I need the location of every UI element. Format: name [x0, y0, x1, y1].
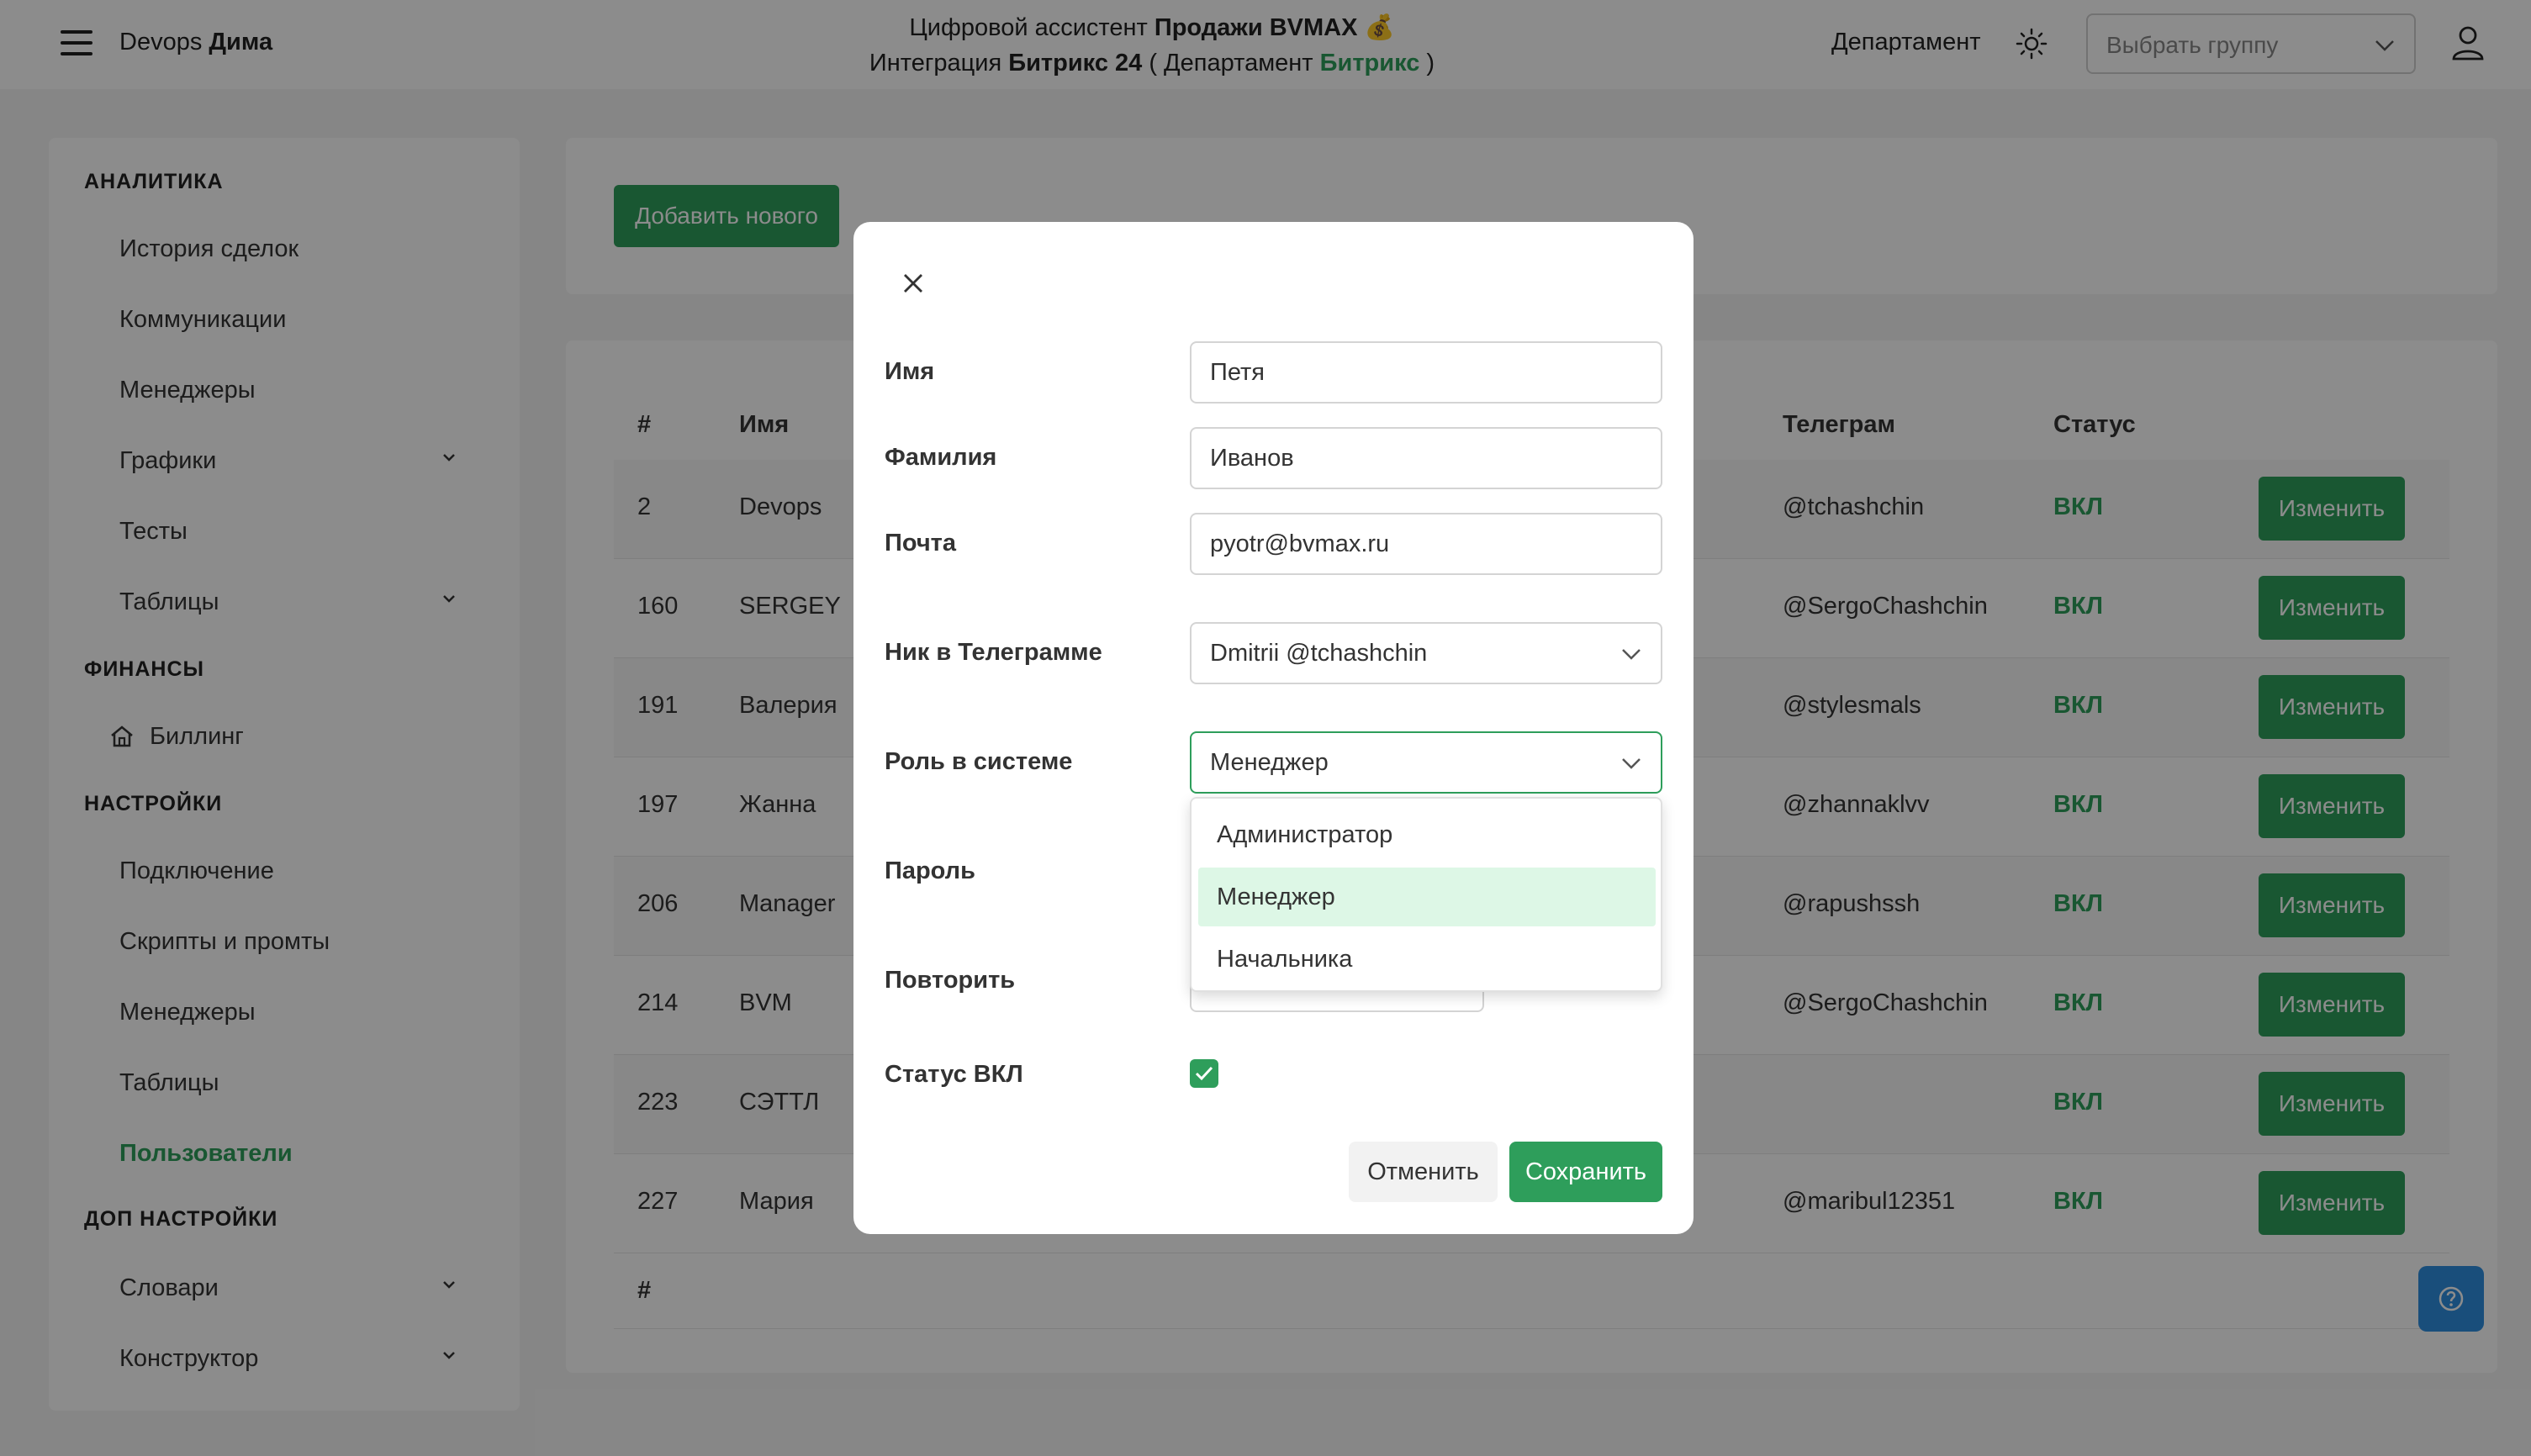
repeat-password-label: Повторить	[885, 967, 1016, 994]
telegram-select[interactable]: Dmitrii @tchashchin	[1190, 622, 1662, 684]
status-checkbox[interactable]	[1190, 1059, 1218, 1088]
email-field[interactable]: pyotr@bvmax.ru	[1190, 513, 1662, 575]
telegram-label: Ник в Телеграмме	[885, 639, 1102, 666]
role-option-admin[interactable]: Администратор	[1198, 805, 1656, 864]
role-option-chief[interactable]: Начальника	[1198, 930, 1656, 989]
check-icon	[1195, 1066, 1213, 1081]
email-label: Почта	[885, 530, 957, 557]
role-label: Роль в системе	[885, 748, 1073, 775]
last-name-field[interactable]: Иванов	[1190, 427, 1662, 489]
role-option-manager[interactable]: Менеджер	[1198, 868, 1656, 926]
close-icon[interactable]	[901, 271, 926, 296]
cancel-button[interactable]: Отменить	[1349, 1142, 1498, 1202]
chevron-down-icon	[1622, 649, 1641, 660]
first-name-label: Имя	[885, 358, 935, 385]
last-name-label: Фамилия	[885, 444, 997, 471]
save-button[interactable]: Сохранить	[1509, 1142, 1662, 1202]
role-dropdown: Администратор Менеджер Начальника	[1190, 797, 1662, 992]
password-label: Пароль	[885, 857, 975, 884]
edit-user-modal: Имя Петя Фамилия Иванов Почта pyotr@bvma…	[853, 222, 1693, 1234]
role-select[interactable]: Менеджер	[1190, 731, 1662, 794]
first-name-field[interactable]: Петя	[1190, 341, 1662, 404]
chevron-down-icon	[1622, 758, 1641, 769]
status-label: Статус ВКЛ	[885, 1061, 1023, 1088]
